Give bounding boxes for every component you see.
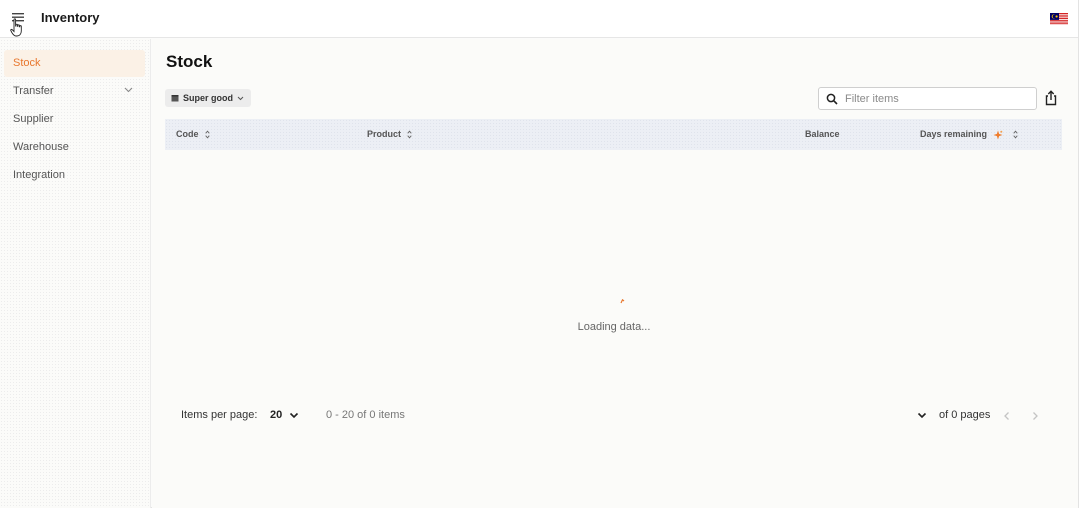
sidebar-item-label: Integration <box>13 169 65 181</box>
ai-sparkle-icon <box>993 130 1003 140</box>
chevron-down-icon <box>237 96 244 100</box>
pages-text: of 0 pages <box>939 409 991 421</box>
sidebar: Stock Transfer Supplier Warehouse Integr… <box>0 39 151 508</box>
sidebar-item-label: Supplier <box>13 113 54 125</box>
sidebar-item-label: Warehouse <box>13 141 69 153</box>
share-export-icon[interactable] <box>1044 90 1058 106</box>
chevron-down-icon[interactable] <box>289 412 299 419</box>
column-label: Balance <box>805 129 840 139</box>
items-per-page-label: Items per page: <box>181 409 258 421</box>
chevron-down-icon <box>124 87 133 93</box>
sidebar-item-warehouse[interactable]: Warehouse <box>4 134 145 161</box>
items-range-text: 0 - 20 of 0 items <box>326 409 405 421</box>
table-header: Code Product Balance Days remaining <box>165 119 1062 150</box>
sidebar-item-stock[interactable]: Stock <box>4 50 145 77</box>
column-header-balance: Balance <box>805 119 840 150</box>
loading-text: Loading data... <box>577 321 651 333</box>
search-icon <box>826 93 838 105</box>
column-header-product[interactable]: Product <box>367 119 412 150</box>
filter-chip-label: Super good <box>183 93 233 103</box>
warehouse-filter-chip[interactable]: Super good <box>165 89 251 107</box>
sidebar-item-integration[interactable]: Integration <box>4 162 145 189</box>
app-title: Inventory <box>41 10 100 25</box>
hamburger-menu-icon[interactable] <box>10 10 32 36</box>
previous-page-icon[interactable] <box>1003 411 1011 421</box>
next-page-icon[interactable] <box>1031 411 1039 421</box>
sidebar-item-label: Stock <box>13 57 41 69</box>
column-header-days-remaining[interactable]: Days remaining <box>920 119 1018 150</box>
items-per-page-select[interactable]: 20 <box>270 409 282 421</box>
column-label: Code <box>176 129 199 139</box>
main-content: Stock Super good Filter items Code Produ… <box>152 39 1078 508</box>
pagination: Items per page: 20 0 - 20 of 0 items of … <box>152 409 1078 425</box>
sidebar-item-transfer[interactable]: Transfer <box>4 78 145 105</box>
column-label: Days remaining <box>920 129 988 139</box>
page-select-chevron-icon[interactable] <box>917 412 927 419</box>
page-title: Stock <box>166 52 213 71</box>
warehouse-icon <box>171 95 179 102</box>
sort-icon <box>407 130 412 139</box>
search-input[interactable] <box>845 91 1030 107</box>
sidebar-item-label: Transfer <box>13 85 54 97</box>
sort-icon <box>1013 130 1018 139</box>
filter-items-search[interactable] <box>818 87 1037 110</box>
column-header-code[interactable]: Code <box>176 119 210 150</box>
malaysia-flag-icon[interactable] <box>1050 12 1068 25</box>
loading-spinner-icon <box>620 299 625 304</box>
sidebar-item-supplier[interactable]: Supplier <box>4 106 145 133</box>
inventory-app: Inventory Stock Transfer Supplier Wareho… <box>0 0 1079 508</box>
top-bar: Inventory <box>0 0 1078 38</box>
column-label: Product <box>367 129 402 139</box>
sort-icon <box>204 130 210 139</box>
